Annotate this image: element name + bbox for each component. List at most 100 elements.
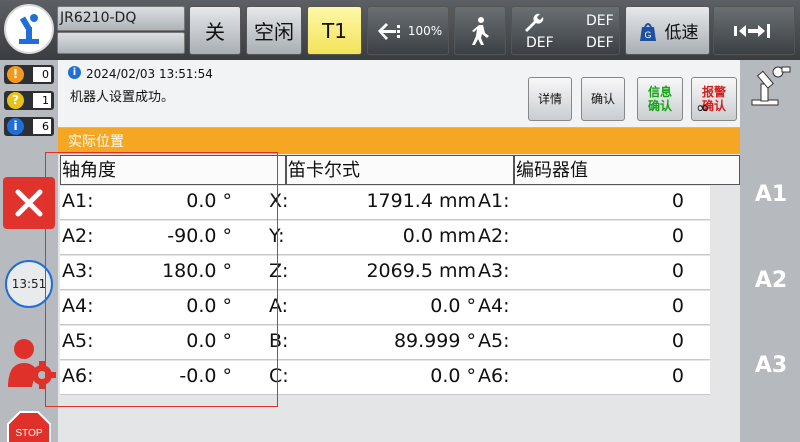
axis-label: A4: (62, 295, 94, 317)
info-message-icon: i (68, 66, 81, 79)
step-arrow-icon (734, 23, 770, 38)
robot-subtitle-field[interactable] (57, 32, 185, 54)
encoder-header: 编码器值 (514, 155, 740, 185)
speed-percent-label: 100% (407, 23, 443, 38)
axis-value: 180.0 ° (162, 260, 232, 282)
info-confirm-label-line2: 确认 (647, 99, 672, 113)
run-state-label: 空闲 (254, 20, 294, 44)
axis-value: 0.0 ° (186, 295, 232, 317)
robot-arm-icon (19, 14, 39, 44)
encoder-value: 0 (671, 190, 684, 212)
stop-label: STOP (15, 428, 42, 439)
axis-label: A5: (62, 330, 94, 352)
power-mode-label: 关 (205, 20, 225, 44)
axis-button-a3[interactable]: A3 (746, 353, 796, 378)
encoder-value: 0 (671, 225, 684, 247)
cartesian-value: 2069.5 mm (366, 260, 476, 282)
axis-angle-header: 轴角度 (60, 155, 286, 185)
info-counter[interactable]: i 6 (4, 117, 54, 136)
cartesian-label: Y: (269, 225, 285, 247)
speed-override-button[interactable]: 100% (367, 6, 449, 55)
infinity-symbol: ∞ (696, 98, 710, 117)
axis-label: A2: (62, 225, 94, 247)
axis-value: 0.0 ° (186, 330, 232, 352)
info-confirm-label-line1: 信息 (647, 85, 672, 99)
axis-label: A6: (62, 365, 94, 387)
position-row: A5: 0.0 ° B: 89.999 ° A5: 0 (60, 326, 710, 360)
cartesian-header: 笛卡尔式 (286, 155, 514, 185)
walking-person-icon (472, 16, 489, 45)
cartesian-label: B: (269, 330, 289, 352)
step-mode-button[interactable] (713, 6, 795, 55)
tool-mode-button[interactable]: T1 (307, 6, 362, 55)
cartesian-label: A: (269, 295, 289, 317)
position-row: A2: -90.0 ° Y: 0.0 mm A2: 0 (60, 221, 710, 255)
right-sidebar (740, 60, 800, 442)
robot-name-field[interactable]: JR6210-DQ (57, 6, 185, 31)
hand-speed-icon (377, 22, 400, 40)
axis-value: -90.0 ° (167, 225, 232, 247)
speed-mode-button[interactable]: G 低速 (625, 6, 710, 55)
info-icon: i (7, 118, 24, 135)
axis-label: A3: (62, 260, 94, 282)
message-panel: i 2024/02/03 13:51:54 机器人设置成功。 详情 确认 信息 … (58, 60, 740, 128)
confirm-button[interactable]: 确认 (581, 77, 625, 121)
cartesian-value: 0.0 ° (430, 295, 476, 317)
speed-mode-label: 低速 (664, 23, 699, 43)
warning-counter[interactable]: ! 0 (4, 65, 54, 84)
cartesian-label: Z: (269, 260, 289, 282)
axis-button-a2[interactable]: A2 (746, 268, 796, 293)
warning-icon: ! (7, 66, 24, 83)
actual-position-panel: 轴角度 笛卡尔式 编码器值 A1: 0.0 ° X: 1791.4 mm A1: 0 A2:… (58, 154, 740, 442)
cartesian-value: 89.999 ° (393, 330, 476, 352)
encoder-label: A5: (478, 330, 510, 352)
details-button[interactable]: 详情 (528, 77, 572, 121)
question-icon: ? (7, 92, 24, 109)
alarm-confirm-label-line1: 报警 (701, 85, 726, 99)
message-text: 机器人设置成功。 (70, 90, 175, 105)
info-count: 6 (33, 119, 51, 134)
axis-value: 0.0 ° (186, 190, 232, 212)
user-settings-icon[interactable] (2, 335, 58, 395)
power-mode-button[interactable]: 关 (189, 6, 241, 55)
clock-display[interactable]: 13:51 (5, 260, 53, 308)
axis-button-a1[interactable]: A1 (746, 182, 796, 207)
details-label: 详情 (537, 92, 562, 106)
warning-count: 0 (33, 67, 51, 82)
encoder-value: 0 (671, 365, 684, 387)
confirm-label: 确认 (590, 92, 615, 106)
tool-def-label: DEF (586, 13, 614, 29)
info-confirm-button[interactable]: 信息 确认 (637, 77, 683, 121)
encoder-label: A6: (478, 365, 510, 387)
speed-badge-letter: G (644, 30, 651, 40)
base-def-left-label: DEF (526, 35, 554, 51)
question-counter[interactable]: ? 1 (4, 91, 54, 110)
walk-mode-button[interactable] (454, 6, 506, 55)
question-count: 1 (33, 93, 51, 108)
wrench-icon (525, 13, 544, 32)
encoder-label: A3: (478, 260, 510, 282)
position-row: A1: 0.0 ° X: 1791.4 mm A1: 0 (60, 186, 710, 220)
top-toolbar: JR6210-DQ 关 空闲 T1 100% DEF DEF DEF G 低速 (0, 0, 800, 60)
encoder-label: A2: (478, 225, 510, 247)
cartesian-value: 1791.4 mm (366, 190, 476, 212)
close-button[interactable] (3, 177, 55, 229)
run-state-button[interactable]: 空闲 (246, 6, 302, 55)
base-def-right-label: DEF (586, 35, 614, 51)
tool-base-button[interactable]: DEF DEF DEF (511, 6, 620, 55)
message-timestamp: 2024/02/03 13:51:54 (86, 67, 213, 81)
cartesian-label: X: (269, 190, 289, 212)
encoder-value: 0 (671, 260, 684, 282)
encoder-value: 0 (671, 295, 684, 317)
robot-logo-button[interactable] (4, 4, 54, 54)
axis-label: A1: (62, 190, 94, 212)
encoder-value: 0 (671, 330, 684, 352)
close-icon (15, 189, 43, 217)
robot-arm-top-icon[interactable] (748, 64, 792, 108)
stop-sign-icon[interactable]: STOP (6, 410, 52, 442)
tool-mode-label: T1 (322, 18, 347, 43)
cartesian-value: 0.0 mm (402, 225, 476, 247)
position-row: A6: -0.0 ° C: 0.0 ° A6: 0 (60, 361, 710, 395)
encoder-label: A4: (478, 295, 510, 317)
speed-bag-icon: G (639, 22, 656, 41)
